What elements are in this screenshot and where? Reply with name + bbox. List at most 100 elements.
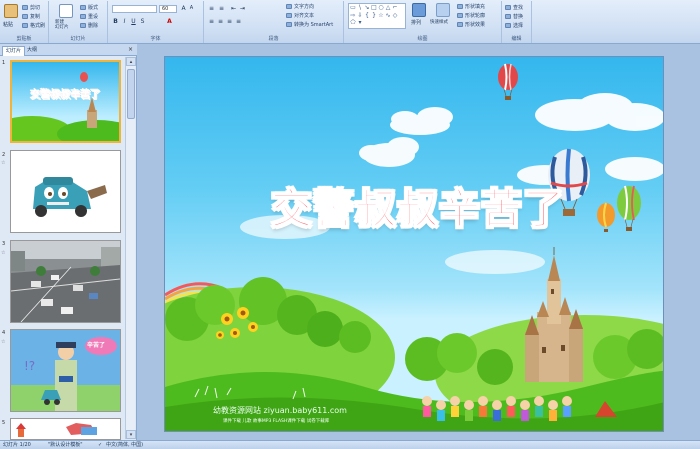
bold-button[interactable]: B [112,18,119,25]
theme-name: "默认设计模板" [48,442,83,448]
italic-button[interactable]: I [121,18,128,25]
shape-pentagon-icon[interactable]: ⬠ [350,20,356,26]
bullets-button[interactable]: ≡ [208,5,215,12]
font-color-button[interactable]: A [166,18,173,25]
shape-outline-button[interactable]: 形状轮廓 [457,12,485,19]
shape-arrow-right-icon[interactable]: ⇨ [350,12,356,19]
watermark-subtext: 课件下载 儿歌 故事MP3 FLASH课件下载 试卷下载库 [223,419,330,424]
replace-label: 替换 [513,14,524,20]
paste-icon [4,4,18,18]
slide-thumbnail-2[interactable] [10,150,121,233]
select-button[interactable]: 选择 [505,22,523,29]
reset-icon [80,14,86,19]
shape-curve-icon[interactable]: ∿ [385,12,391,19]
smartart-label: 转换为 SmartArt [294,22,334,28]
shape-diamond-icon[interactable]: ◇ [392,12,398,19]
align-right-button[interactable]: ≡ [226,18,233,25]
select-label: 选择 [513,23,524,29]
reset-label: 重设 [88,14,99,20]
shape-fill-button[interactable]: 形状填充 [457,3,485,10]
shape-fill-label: 形状填充 [465,4,486,10]
find-button[interactable]: 查找 [505,4,523,11]
cut-label: 剪切 [30,5,41,11]
strikethrough-button[interactable]: S [139,18,146,25]
slide-title[interactable]: 交警叔叔辛苦了 [218,175,618,235]
scroll-up-icon[interactable]: ▴ [126,57,136,66]
slide-thumbnail-4[interactable]: !? 辛苦了 [10,329,121,412]
shape-more-icon[interactable]: ▾ [357,20,363,26]
underline-button[interactable]: U [130,18,137,25]
copy-button[interactable]: 复制 [22,13,40,20]
tab-outline[interactable]: 大纲 [24,46,40,56]
slide-thumbnail-3[interactable] [10,240,121,323]
editing-group: 查找 替换 选择 编辑 [502,1,532,43]
arrange-button[interactable]: 排列 [410,3,428,31]
shape-star-icon[interactable]: ☆ [378,12,384,19]
scroll-down-icon[interactable]: ▾ [126,430,136,439]
delete-label: 删除 [88,23,99,29]
smartart-icon [286,22,292,27]
slide-artwork [165,63,663,431]
quick-styles-label: 快速样式 [430,20,448,25]
slide-canvas[interactable]: 交警叔叔辛苦了 幼教资源网站 ziyuan.baby611.com 课件下载 儿… [164,56,664,432]
panel-scrollbar[interactable]: ▴ ▾ [125,57,136,439]
replace-button[interactable]: 替换 [505,13,523,20]
increase-indent-button[interactable]: ⇥ [239,5,246,12]
animation-icon: ☆ [1,339,6,345]
smartart-button[interactable]: 转换为 SmartArt [286,21,333,28]
scrollbar-thumb[interactable] [127,69,135,119]
slide-thumbnail-5[interactable] [10,418,121,440]
drawing-group-label: 绘图 [417,36,428,42]
brush-icon [22,23,28,28]
shape-line-icon[interactable]: \ [357,5,363,11]
delete-button[interactable]: 删除 [80,22,98,29]
font-family-select[interactable] [112,5,157,13]
arrange-label: 排列 [411,20,422,26]
font-size-select[interactable]: 60 [159,5,177,13]
cursor-icon [505,23,511,28]
shape-textbox-icon[interactable]: ▭ [350,5,356,11]
shape-elbow-icon[interactable]: ⌐ [392,5,398,11]
close-icon[interactable]: × [128,46,133,53]
text-direction-button[interactable]: 文字方向 [286,3,314,10]
tab-slides[interactable]: 幻灯片 [2,46,26,56]
grow-font-button[interactable]: A [180,5,187,12]
format-painter-button[interactable]: 格式刷 [22,22,45,29]
shapes-gallery[interactable]: ▭ \ ↘ □ ○ △ ⌐ ⇨ ⇩ { } ☆ ∿ ◇ ⬠ ▾ [348,3,406,29]
new-slide-icon [59,4,73,18]
shape-arrow-icon[interactable]: ↘ [364,5,370,11]
shape-brace-icon[interactable]: { [364,12,370,19]
align-left-button[interactable]: ≡ [208,18,215,25]
shrink-font-button[interactable]: A [188,5,195,12]
shape-triangle-icon[interactable]: △ [385,5,391,11]
paste-button[interactable]: 粘贴 [3,4,19,30]
new-slide-button[interactable]: 新建 幻灯片 [55,4,77,32]
shape-arrow-down-icon[interactable]: ⇩ [357,12,363,19]
layout-button[interactable]: 版式 [80,4,98,11]
slides-group: 新建 幻灯片 版式 重设 删除 幻灯片 [49,1,108,43]
reset-button[interactable]: 重设 [80,13,98,20]
cut-button[interactable]: 剪切 [22,4,40,11]
quick-styles-button[interactable]: 快速样式 [430,3,456,31]
shape-effects-button[interactable]: 形状效果 [457,21,485,28]
slide-1-preview-title: 交警叔叔辛苦了 [30,90,101,101]
shape-rect-icon[interactable]: □ [371,5,377,11]
shape-oval-icon[interactable]: ○ [378,5,384,11]
numbering-button[interactable]: ≡ [218,5,225,12]
copy-icon [22,14,28,19]
language[interactable]: 中文(简体, 中国) [106,441,143,449]
justify-button[interactable]: ≡ [235,18,242,25]
slide-thumbnail-1[interactable]: 交警叔叔辛苦了 [10,60,121,143]
font-group-label: 字体 [150,36,161,42]
font-group: 60 A A B I U S A 字体 [108,1,204,43]
decrease-indent-button[interactable]: ⇤ [230,5,237,12]
slide-position: 幻灯片 1/20 [3,442,31,448]
animation-icon: ☆ [1,250,6,256]
status-bar: 幻灯片 1/20 "默认设计模板" ✓ 中文(简体, 中国) [0,440,700,449]
format-painter-label: 格式刷 [30,23,46,29]
shape-outline-label: 形状轮廓 [465,13,486,19]
align-center-button[interactable]: ≡ [217,18,224,25]
shape-brace-close-icon[interactable]: } [371,12,377,19]
slide-number: 1 [2,60,6,66]
align-text-button[interactable]: 对齐文本 [286,12,314,19]
